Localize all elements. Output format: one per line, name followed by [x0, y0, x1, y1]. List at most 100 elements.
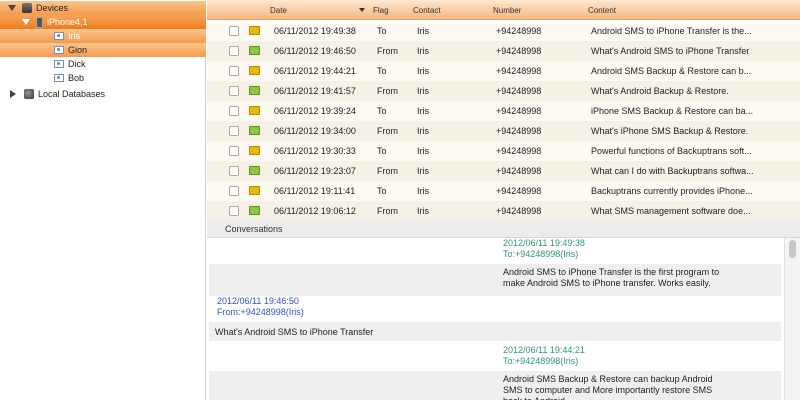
cell-number: +94248998 — [496, 106, 542, 116]
cell-contact: Iris — [417, 146, 429, 156]
message-timestamp: 2012/06/11 19:49:38 — [503, 238, 585, 248]
contact-card-icon — [54, 46, 64, 54]
message-meta: 2012/06/11 19:49:38 To:+94248998(Iris) — [503, 238, 585, 260]
message-table: Date Flag Contact Number Content 06/11/2… — [207, 0, 800, 221]
table-row[interactable]: 06/11/2012 19:46:50 From Iris +94248998 What… — [207, 41, 800, 61]
message-text-line: back to Android — [503, 396, 773, 400]
tree-contact-label: Gion — [68, 45, 88, 55]
table-row[interactable]: 06/11/2012 19:39:24 To Iris +94248998 iPhone… — [207, 101, 800, 121]
cell-flag: To — [377, 26, 387, 36]
contact-card-icon — [54, 32, 64, 40]
database-icon — [24, 89, 34, 99]
cell-number: +94248998 — [496, 66, 542, 76]
row-checkbox[interactable] — [229, 166, 239, 176]
tree-contact-iris[interactable]: Iris — [0, 29, 206, 43]
cell-date: 06/11/2012 19:34:00 — [274, 126, 356, 136]
cell-number: +94248998 — [496, 86, 542, 96]
sidebar: Devices iPhone4,1 Iris Gion Dick Bob Loc… — [0, 0, 206, 400]
column-header-number[interactable]: Number — [493, 6, 521, 15]
row-checkbox[interactable] — [229, 206, 239, 216]
sent-message-icon — [249, 26, 260, 35]
cell-contact: Iris — [417, 206, 429, 216]
column-header-flag[interactable]: Flag — [373, 6, 389, 15]
cell-content: What's iPhone SMS Backup & Restore. — [591, 126, 749, 136]
received-message-icon — [249, 46, 260, 55]
cell-date: 06/11/2012 19:41:57 — [274, 86, 356, 96]
table-row[interactable]: 06/11/2012 19:11:41 To Iris +94248998 Backup… — [207, 181, 800, 201]
row-checkbox[interactable] — [229, 186, 239, 196]
sent-message-icon — [249, 106, 260, 115]
received-message-bubble[interactable]: What's Android SMS to iPhone Transfer — [209, 322, 781, 341]
cell-contact: Iris — [417, 126, 429, 136]
cell-content: Android SMS to iPhone Transfer is the... — [591, 26, 752, 36]
row-checkbox[interactable] — [229, 46, 239, 56]
row-checkbox[interactable] — [229, 106, 239, 116]
app-window: Devices iPhone4,1 Iris Gion Dick Bob Loc… — [0, 0, 800, 400]
message-party: From:+94248998(Iris) — [217, 307, 304, 317]
collapse-arrow-icon[interactable] — [10, 90, 16, 98]
tree-contact-label: Bob — [68, 73, 85, 83]
table-row[interactable]: 06/11/2012 19:23:07 From Iris +94248998 What… — [207, 161, 800, 181]
message-meta: 2012/06/11 19:44:21 To:+94248998(Iris) — [503, 345, 585, 367]
cell-flag: From — [377, 166, 398, 176]
cell-flag: From — [377, 206, 398, 216]
column-header-date[interactable]: Date — [270, 6, 287, 15]
sent-message-bubble[interactable]: Android SMS Backup & Restore can backup … — [209, 371, 781, 400]
tree-contact-label: Iris — [68, 31, 80, 41]
conversations-header: Conversations — [207, 221, 800, 238]
cell-date: 06/11/2012 19:23:07 — [274, 166, 356, 176]
cell-contact: Iris — [417, 166, 429, 176]
row-checkbox[interactable] — [229, 146, 239, 156]
message-party: To:+94248998(Iris) — [503, 249, 579, 259]
cell-contact: Iris — [417, 106, 429, 116]
message-meta: 2012/06/11 19:46:50 From:+94248998(Iris) — [217, 296, 304, 318]
row-checkbox[interactable] — [229, 126, 239, 136]
sent-message-icon — [249, 186, 260, 195]
tree-contact-dick[interactable]: Dick — [0, 57, 206, 71]
tree-devices-label: Devices — [36, 3, 69, 13]
contact-card-icon — [54, 60, 64, 68]
table-row[interactable]: 06/11/2012 19:44:21 To Iris +94248998 Androi… — [207, 61, 800, 81]
cell-contact: Iris — [417, 86, 429, 96]
cell-date: 06/11/2012 19:39:24 — [274, 106, 356, 116]
message-text-line: Android SMS Backup & Restore can backup … — [503, 374, 713, 384]
row-checkbox[interactable] — [229, 66, 239, 76]
row-checkbox[interactable] — [229, 26, 239, 36]
table-row[interactable]: 06/11/2012 19:06:12 From Iris +94248998 What… — [207, 201, 800, 221]
cell-date: 06/11/2012 19:46:50 — [274, 46, 356, 56]
tree-contact-gion[interactable]: Gion — [0, 43, 206, 57]
received-message-icon — [249, 86, 260, 95]
table-row[interactable]: 06/11/2012 19:49:38 To Iris +94248998 Androi… — [207, 21, 800, 41]
tree-contact-bob[interactable]: Bob — [0, 71, 206, 85]
tree-device-label: iPhone4,1 — [47, 17, 88, 27]
sent-message-icon — [249, 146, 260, 155]
tree-device-iphone[interactable]: iPhone4,1 — [0, 15, 206, 29]
sent-message-bubble[interactable]: Android SMS to iPhone Transfer is the fi… — [209, 264, 781, 296]
cell-content: Backuptrans currently provides iPhone... — [591, 186, 753, 196]
received-message-icon — [249, 166, 260, 175]
conversation-view: 2012/06/11 19:49:38 To:+94248998(Iris) And… — [207, 238, 784, 400]
row-checkbox[interactable] — [229, 86, 239, 96]
table-row[interactable]: 06/11/2012 19:34:00 From Iris +94248998 What… — [207, 121, 800, 141]
cell-contact: Iris — [417, 66, 429, 76]
sort-descending-icon — [359, 8, 365, 12]
message-text: Android SMS to iPhone Transfer is the fi… — [503, 267, 773, 289]
message-party: To:+94248998(Iris) — [503, 356, 579, 366]
scrollbar-thumb[interactable] — [789, 240, 796, 258]
cell-content: Powerful functions of Backuptrans soft..… — [591, 146, 752, 156]
phone-icon — [36, 16, 43, 28]
tree-devices[interactable]: Devices — [0, 1, 206, 15]
column-header-content[interactable]: Content — [588, 6, 616, 15]
tree-local-databases[interactable]: Local Databases — [0, 87, 206, 101]
cell-number: +94248998 — [496, 126, 542, 136]
cell-flag: To — [377, 146, 387, 156]
table-row[interactable]: 06/11/2012 19:41:57 From Iris +94248998 What… — [207, 81, 800, 101]
received-message-icon — [249, 206, 260, 215]
conversation-scrollbar[interactable] — [784, 238, 800, 400]
expand-arrow-icon[interactable] — [8, 5, 16, 11]
column-header-contact[interactable]: Contact — [413, 6, 441, 15]
table-header: Date Flag Contact Number Content — [207, 0, 800, 20]
table-row[interactable]: 06/11/2012 19:30:33 To Iris +94248998 Powerf… — [207, 141, 800, 161]
cell-flag: From — [377, 86, 398, 96]
expand-arrow-icon[interactable] — [22, 19, 30, 25]
